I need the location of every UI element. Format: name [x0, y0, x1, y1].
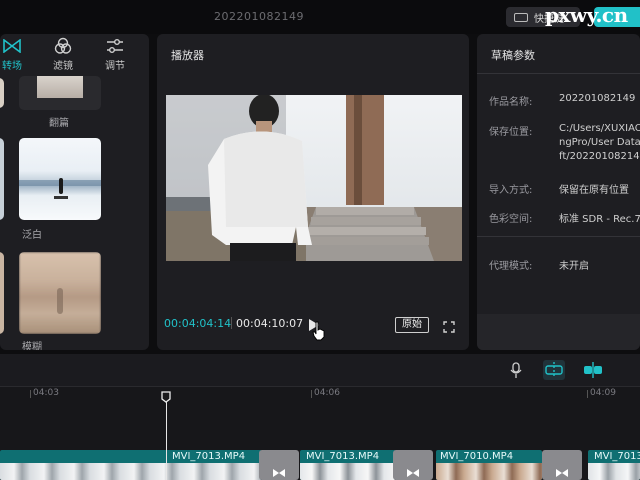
- transition-thumb-flip[interactable]: [19, 76, 101, 110]
- snap-icon: [545, 362, 563, 378]
- ruler-tick: [30, 390, 31, 398]
- original-ratio-button[interactable]: 原始: [395, 317, 429, 333]
- sliders-icon: [97, 36, 133, 56]
- bowtie-icon: [556, 469, 568, 477]
- import-mode-label: 导入方式:: [489, 185, 533, 196]
- transition-label: 泛白: [22, 230, 42, 241]
- transition-thumb[interactable]: [0, 138, 4, 220]
- color-space-label: 色彩空间:: [489, 214, 533, 225]
- clip-label: MVI_7013.MP4: [594, 451, 640, 462]
- ruler-label: 04:06: [314, 388, 340, 398]
- clip-label: MVI_7010.MP4: [440, 451, 514, 462]
- save-location-line-2: ngPro/User Data: [559, 137, 640, 148]
- media-tabbar: 转场 滤镜 调节: [0, 34, 149, 76]
- proxy-mode-label: 代理模式:: [489, 261, 533, 272]
- save-location-line-3: ft/202201082149: [559, 151, 640, 162]
- playhead-icon: [161, 391, 171, 403]
- tab-adjust-label: 调节: [105, 61, 125, 72]
- tab-adjust[interactable]: 调节: [97, 36, 133, 72]
- draft-divider: [477, 236, 640, 237]
- draft-divider: [477, 73, 640, 74]
- tab-transitions-label: 转场: [2, 61, 22, 72]
- snap-toggle-button[interactable]: [543, 360, 565, 380]
- ruler-tick: [311, 390, 312, 398]
- media-panel: 转场 滤镜 调节 翻篇 泛白 模糊: [0, 34, 149, 350]
- ruler-label: 04:09: [590, 388, 616, 398]
- transition-thumb-whiteout[interactable]: [19, 138, 101, 220]
- project-name-value: 202201082149: [559, 93, 636, 104]
- transition-thumb[interactable]: [0, 252, 4, 334]
- clip-filmstrip: [0, 463, 262, 480]
- playhead-handle[interactable]: [161, 388, 171, 403]
- ruler-tick: [587, 390, 588, 398]
- link-toggle-button[interactable]: [582, 360, 604, 380]
- video-clip[interactable]: MVI_7013.MP4: [0, 450, 262, 480]
- transition-label: 模糊: [22, 342, 42, 350]
- project-name-label: 作品名称:: [489, 97, 533, 108]
- clip-filmstrip: [436, 463, 542, 480]
- transition-marker[interactable]: [259, 450, 299, 480]
- playhead-line[interactable]: [166, 396, 167, 480]
- tab-transitions[interactable]: 转场: [0, 36, 30, 72]
- timeline: 04:03 04:06 04:09 MVI_7013.MP4 MVI_7013.…: [0, 354, 640, 480]
- microphone-icon[interactable]: [510, 362, 522, 379]
- link-icon: [584, 362, 602, 378]
- project-title: 202201082149: [214, 10, 304, 23]
- clip-label: MVI_7013.MP4: [172, 451, 246, 462]
- transition-thumb-blur[interactable]: [19, 252, 101, 334]
- bowtie-icon: [273, 469, 285, 477]
- tab-filters-label: 滤镜: [53, 61, 73, 72]
- bowtie-icon: [0, 36, 30, 56]
- video-clip[interactable]: MVI_7010.MP4: [436, 450, 542, 480]
- draft-panel: 草稿参数 作品名称: 202201082149 保存位置: C:/Users/X…: [477, 34, 640, 350]
- player-panel: 播放器 00:04:04:14 00:04:10:07 原始: [157, 34, 469, 350]
- import-mode-value: 保留在原有位置: [559, 185, 629, 196]
- tab-filters[interactable]: 滤镜: [45, 36, 81, 72]
- fullscreen-icon: [443, 321, 455, 333]
- transition-thumb[interactable]: [0, 78, 4, 108]
- watermark-logo: pxwy.cn: [545, 3, 628, 27]
- draft-footer: [477, 314, 640, 350]
- video-clip[interactable]: MVI_7013.MP4: [300, 450, 396, 480]
- clip-filmstrip: [588, 463, 640, 480]
- save-location-label: 保存位置:: [489, 127, 533, 138]
- title-bar: 202201082149 快捷键 pxwy.cn: [0, 0, 640, 34]
- player-title: 播放器: [171, 49, 204, 62]
- timeline-toolbar: [0, 354, 640, 387]
- timecode-total: 00:04:10:07: [236, 317, 304, 330]
- cursor-hand-icon: [312, 321, 325, 341]
- clip-filmstrip: [300, 463, 396, 480]
- proxy-mode-value: 未开启: [559, 261, 589, 272]
- ruler-label: 04:03: [33, 388, 59, 398]
- transition-marker[interactable]: [542, 450, 582, 480]
- save-location-line-1: C:/Users/XUXIAO: [559, 123, 640, 134]
- clip-label: MVI_7013.MP4: [306, 451, 380, 462]
- timecode-divider: [231, 317, 232, 329]
- keyboard-icon: [514, 12, 528, 22]
- video-preview[interactable]: [166, 95, 462, 261]
- filter-icon: [45, 36, 81, 56]
- transition-label: 翻篇: [49, 118, 69, 129]
- color-space-value: 标准 SDR - Rec.7: [559, 214, 640, 225]
- draft-title: 草稿参数: [491, 49, 535, 62]
- bowtie-icon: [407, 469, 419, 477]
- timecode-current: 00:04:04:14: [164, 317, 232, 330]
- transition-marker[interactable]: [393, 450, 433, 480]
- video-clip[interactable]: MVI_7013.MP4: [588, 450, 640, 480]
- fullscreen-button[interactable]: [443, 318, 455, 333]
